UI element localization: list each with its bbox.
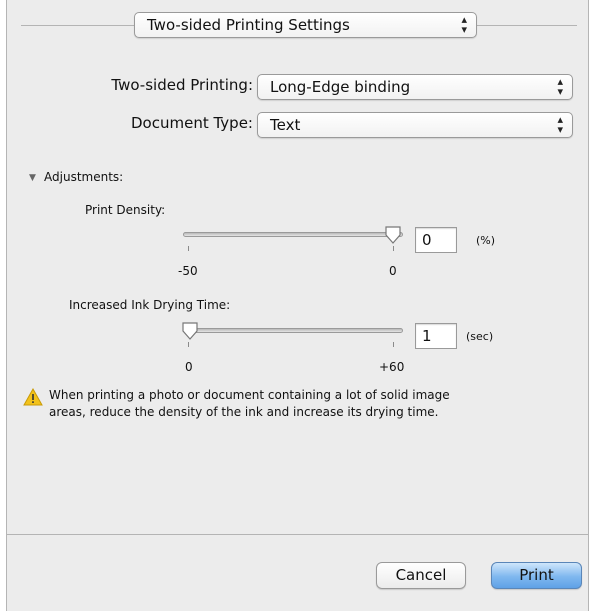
two-sided-printing-select[interactable]: Long-Edge binding ▴ ▾	[257, 74, 573, 100]
select-arrows-icon: ▴ ▾	[557, 113, 563, 136]
two-sided-printing-label: Two-sided Printing:	[111, 76, 253, 94]
settings-panel-menu-label: Two-sided Printing Settings	[147, 16, 350, 34]
two-sided-printing-value: Long-Edge binding	[270, 78, 411, 96]
cancel-button[interactable]: Cancel	[376, 562, 466, 589]
document-type-label: Document Type:	[131, 114, 253, 132]
ink-drying-time-slider-track[interactable]	[183, 328, 403, 333]
print-density-tick	[188, 246, 189, 251]
ink-drying-time-label: Increased Ink Drying Time:	[69, 298, 231, 312]
print-density-tick	[393, 246, 394, 251]
print-density-input[interactable]: 0	[415, 227, 457, 253]
print-density-max-label: 0	[389, 264, 397, 278]
ink-drying-time-slider-knob[interactable]	[180, 321, 200, 341]
print-density-unit: (%)	[476, 234, 496, 247]
ink-drying-time-tick	[393, 342, 394, 347]
ink-drying-time-unit: (sec)	[466, 330, 494, 343]
top-separator-right	[477, 25, 577, 26]
document-type-select[interactable]: Text ▴ ▾	[257, 112, 573, 138]
warning-text-line-1: When printing a photo or document contai…	[49, 388, 450, 402]
warning-triangle-icon	[23, 388, 43, 406]
popup-arrows-icon: ▴ ▾	[461, 13, 467, 36]
ink-drying-time-input[interactable]: 1	[415, 323, 457, 349]
adjustments-disclosure[interactable]: ▼ Adjustments:	[29, 166, 123, 185]
print-dialog-panel: Two-sided Printing Settings ▴ ▾ Two-sided…	[6, 0, 589, 611]
warning-text-line-2: areas, reduce the density of the ink and…	[49, 405, 439, 419]
bottom-separator	[7, 534, 588, 535]
print-density-slider-track[interactable]	[183, 232, 403, 237]
print-button[interactable]: Print	[491, 562, 582, 589]
adjustments-label: Adjustments:	[44, 170, 124, 184]
settings-panel-menu[interactable]: Two-sided Printing Settings ▴ ▾	[134, 12, 477, 38]
ink-drying-time-min-label: 0	[185, 360, 193, 374]
print-density-min-label: -50	[178, 264, 198, 278]
print-density-slider-knob[interactable]	[383, 225, 403, 245]
top-separator-left	[21, 25, 134, 26]
ink-drying-time-max-label: +60	[379, 360, 405, 374]
print-density-label: Print Density:	[85, 203, 166, 217]
ink-drying-time-tick	[188, 342, 189, 347]
document-type-value: Text	[270, 116, 301, 134]
disclosure-triangle-icon: ▼	[29, 173, 36, 183]
select-arrows-icon: ▴ ▾	[557, 75, 563, 98]
